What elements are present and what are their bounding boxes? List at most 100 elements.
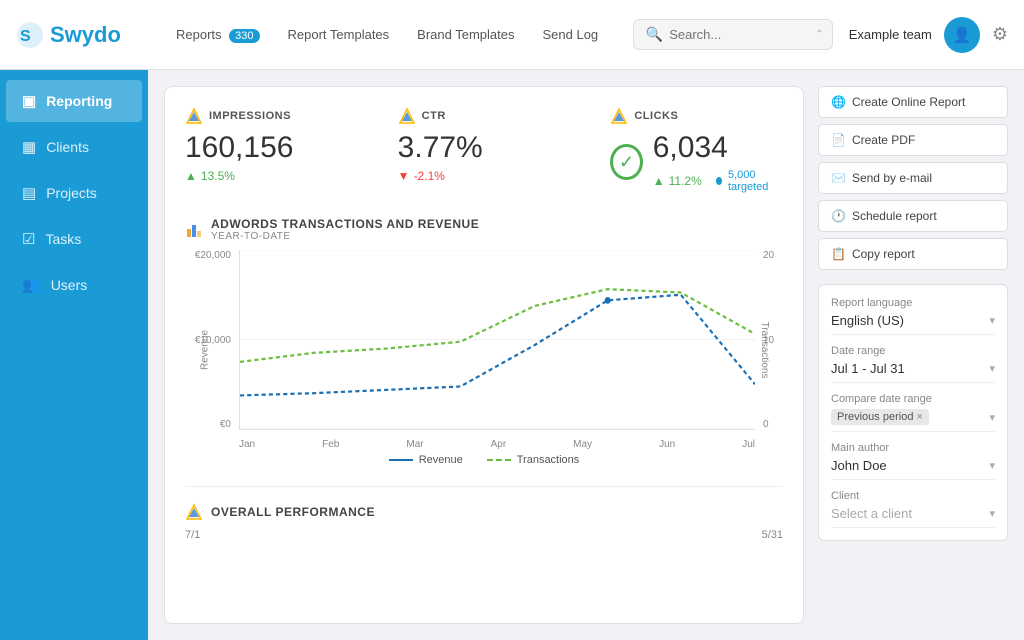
y-label-20k: €20,000 [185, 250, 231, 261]
date-range-value[interactable]: Jul 1 - Jul 31 ▾ [831, 361, 995, 383]
impressions-title: IMPRESSIONS [209, 110, 291, 122]
impressions-value: 160,156 [185, 131, 358, 165]
x-label-apr: Apr [491, 439, 507, 450]
chart-container: Revenue Transactions €20,000 €10,000 €0 … [185, 250, 783, 450]
sidebar-item-reporting[interactable]: ▣ Reporting [6, 80, 142, 122]
create-online-report-button[interactable]: 🌐 Create Online Report [818, 86, 1008, 118]
chart-subtitle: YEAR-TO-DATE [211, 231, 479, 242]
y-label-10: 10 [763, 335, 783, 346]
sidebar-label-reporting: Reporting [46, 93, 112, 109]
perf-date-right: 5/31 [762, 529, 783, 541]
tab-brand-templates[interactable]: Brand Templates [405, 19, 526, 50]
client-chevron: ▾ [989, 507, 995, 520]
ctr-value: 3.77% [398, 131, 571, 165]
schedule-report-button[interactable]: 🕐 Schedule report [818, 200, 1008, 232]
setting-date-range: Date range Jul 1 - Jul 31 ▾ [831, 345, 995, 383]
x-label-jul: Jul [742, 439, 755, 450]
author-value[interactable]: John Doe ▾ [831, 458, 995, 480]
chart-title-row: ADWORDS TRANSACTIONS AND REVENUE YEAR-TO… [185, 217, 783, 242]
setting-language: Report language English (US) ▾ [831, 297, 995, 335]
action-buttons: 🌐 Create Online Report 📄 Create PDF ✉️ S… [818, 86, 1008, 270]
compare-range-chevron: ▾ [989, 411, 995, 424]
targeted-dot [716, 177, 722, 185]
y-label-10k: €10,000 [185, 335, 231, 346]
clicks-with-check: ✓ 6,034 ▲ 11.2% 5,000 targeted [610, 131, 783, 193]
y-label-0r: 0 [763, 419, 783, 430]
compare-range-label: Compare date range [831, 393, 995, 405]
chart-title: ADWORDS TRANSACTIONS AND REVENUE [211, 217, 479, 231]
reporting-icon: ▣ [22, 92, 36, 110]
metric-ctr-header: CTR [398, 107, 571, 125]
compare-range-value[interactable]: Previous period × ▾ [831, 409, 995, 432]
sidebar-item-projects[interactable]: ▤ Projects [6, 172, 142, 214]
sidebar-label-clients: Clients [46, 139, 89, 155]
clicks-value: 6,034 [653, 131, 783, 165]
sidebar-item-clients[interactable]: ▦ Clients [6, 126, 142, 168]
chart-svg-area [239, 250, 755, 430]
search-shortcut: ⌃ [815, 29, 823, 40]
tab-send-log[interactable]: Send Log [531, 19, 611, 50]
clicks-change: ▲ 11.2% 5,000 targeted [653, 169, 783, 193]
legend-line-revenue [389, 459, 413, 461]
language-chevron: ▾ [989, 314, 995, 327]
overall-title: OVERALL PERFORMANCE [211, 505, 375, 519]
date-range-label: Date range [831, 345, 995, 357]
overall-performance: OVERALL PERFORMANCE [185, 486, 783, 521]
users-icon: 👥 [22, 276, 41, 294]
client-value[interactable]: Select a client ▾ [831, 506, 995, 528]
clicks-title: CLICKS [634, 110, 678, 122]
report-panel: IMPRESSIONS 160,156 ▲ 13.5% [164, 86, 804, 624]
svg-text:S: S [20, 28, 31, 45]
chart-legend: Revenue Transactions [185, 454, 783, 466]
settings-icon[interactable]: ⚙ [992, 24, 1008, 45]
language-label: Report language [831, 297, 995, 309]
tab-reports[interactable]: Reports 330 [164, 19, 272, 50]
author-chevron: ▾ [989, 459, 995, 472]
sidebar-item-tasks[interactable]: ☑ Tasks [6, 218, 142, 260]
x-label-may: May [573, 439, 592, 450]
copy-report-button[interactable]: 📋 Copy report [818, 238, 1008, 270]
check-circle-icon: ✓ [610, 144, 642, 180]
projects-icon: ▤ [22, 184, 36, 202]
adwords-icon-clicks [610, 107, 628, 125]
adwords-icon-impressions [185, 107, 203, 125]
y-labels-left: €20,000 €10,000 €0 [185, 250, 235, 450]
language-value[interactable]: English (US) ▾ [831, 313, 995, 335]
search-icon: 🔍 [646, 26, 663, 43]
x-label-jan: Jan [239, 439, 255, 450]
sidebar: ▣ Reporting ▦ Clients ▤ Projects ☑ Tasks… [0, 70, 148, 640]
chart-section: ADWORDS TRANSACTIONS AND REVENUE YEAR-TO… [185, 217, 783, 466]
compare-tags: Previous period × [831, 409, 929, 425]
topbar-right: Example team 👤 ⚙ [849, 17, 1008, 53]
search-input[interactable] [669, 27, 809, 42]
sidebar-label-projects: Projects [46, 185, 97, 201]
metrics-row: IMPRESSIONS 160,156 ▲ 13.5% [185, 107, 783, 193]
tab-report-templates[interactable]: Report Templates [276, 19, 402, 50]
chart-svg [240, 250, 755, 429]
y-labels-right: 20 10 0 [759, 250, 783, 450]
logo-area: S Swydo [16, 21, 164, 49]
tasks-icon: ☑ [22, 230, 35, 248]
create-pdf-button[interactable]: 📄 Create PDF [818, 124, 1008, 156]
content-area: IMPRESSIONS 160,156 ▲ 13.5% [148, 70, 1024, 640]
send-email-button[interactable]: ✉️ Send by e-mail [818, 162, 1008, 194]
sidebar-item-users[interactable]: 👥 Users [6, 264, 142, 306]
chart-titles: ADWORDS TRANSACTIONS AND REVENUE YEAR-TO… [211, 217, 479, 242]
overall-adwords-icon [185, 503, 203, 521]
perf-dates: 7/1 5/31 [185, 529, 783, 541]
ctr-title: CTR [422, 110, 446, 122]
team-name: Example team [849, 27, 932, 42]
pdf-icon: 📄 [831, 133, 846, 147]
y-label-0: €0 [185, 419, 231, 430]
search-bar[interactable]: 🔍 ⌃ [633, 19, 833, 50]
x-label-jun: Jun [659, 439, 675, 450]
remove-tag-button[interactable]: × [916, 411, 922, 423]
avatar[interactable]: 👤 [944, 17, 980, 53]
topbar: S Swydo Reports 330 Report Templates Bra… [0, 0, 1024, 70]
y-label-20: 20 [763, 250, 783, 261]
impressions-change: ▲ 13.5% [185, 169, 358, 183]
create-online-icon: 🌐 [831, 95, 846, 109]
metric-impressions-header: IMPRESSIONS [185, 107, 358, 125]
setting-client: Client Select a client ▾ [831, 490, 995, 528]
legend-transactions: Transactions [487, 454, 580, 466]
